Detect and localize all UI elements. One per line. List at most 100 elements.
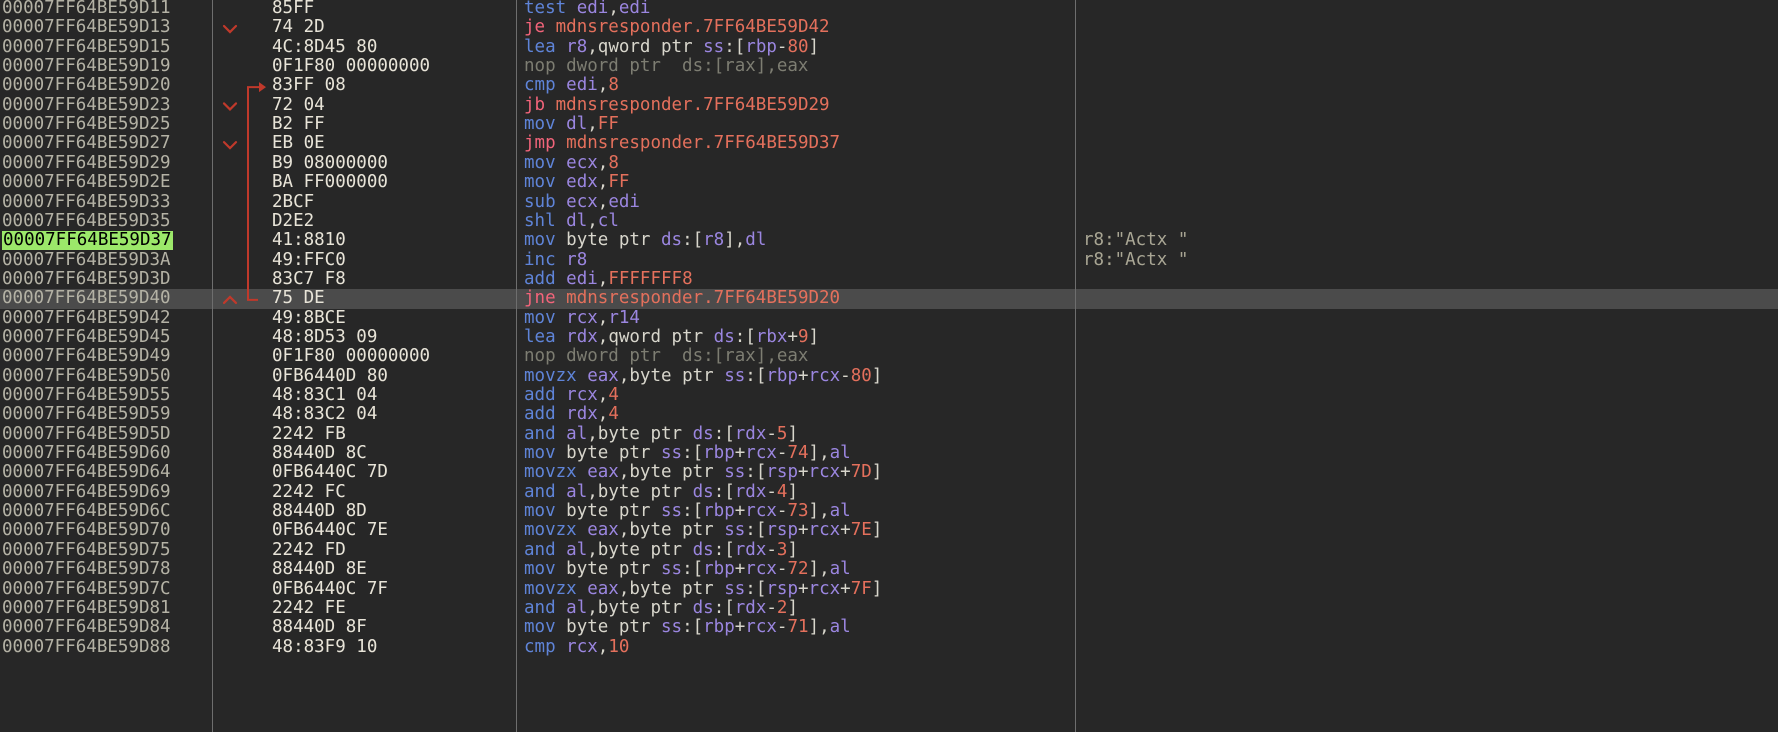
instruction-row[interactable]: 00007FF64BE59D35 D2E2 shl dl,cl xyxy=(0,212,1778,231)
instruction-row[interactable]: 00007FF64BE59D42 49:8BCE mov rcx,r14 xyxy=(0,309,1778,328)
instruction-row[interactable]: 00007FF64BE59D81 2242 FE and al,byte ptr d… xyxy=(0,599,1778,618)
instruction-disassembly[interactable]: mov edx,FF xyxy=(524,173,1072,192)
instruction-disassembly[interactable]: mov byte ptr ss:[rbp+rcx-73],al xyxy=(524,502,1072,521)
instruction-comment[interactable]: r8:"Actx " xyxy=(1083,251,1773,270)
instruction-address[interactable]: 00007FF64BE59D42 xyxy=(2,309,210,328)
instruction-row[interactable]: 00007FF64BE59D60 88440D 8C mov byte ptr ss… xyxy=(0,444,1778,463)
instruction-disassembly[interactable]: mov dl,FF xyxy=(524,115,1072,134)
instruction-disassembly[interactable]: cmp edi,8 xyxy=(524,76,1072,95)
instruction-bytes[interactable]: 2242 FE xyxy=(272,599,512,618)
instruction-address[interactable]: 00007FF64BE59D13 xyxy=(2,18,210,37)
instruction-row[interactable]: 00007FF64BE59D11 85FF test edi,edi xyxy=(0,0,1778,18)
instruction-bytes[interactable]: 88440D 8F xyxy=(272,618,512,637)
instruction-bytes[interactable]: 41:8810 xyxy=(272,231,512,250)
instruction-address[interactable]: 00007FF64BE59D5D xyxy=(2,425,210,444)
instruction-bytes[interactable]: 0F1F80 00000000 xyxy=(272,57,512,76)
instruction-disassembly[interactable]: mov byte ptr ss:[rbp+rcx-72],al xyxy=(524,560,1072,579)
instruction-row[interactable]: 00007FF64BE59D23 72 04 jb mdnsresponder.7F… xyxy=(0,96,1778,115)
instruction-bytes[interactable]: 88440D 8C xyxy=(272,444,512,463)
instruction-address[interactable]: 00007FF64BE59D64 xyxy=(2,463,210,482)
instruction-disassembly[interactable]: movzx eax,byte ptr ss:[rsp+rcx+7D] xyxy=(524,463,1072,482)
instruction-bytes[interactable]: 2242 FB xyxy=(272,425,512,444)
instruction-row[interactable]: 00007FF64BE59D20 83FF 08 cmp edi,8 xyxy=(0,76,1778,95)
instruction-bytes[interactable]: 85FF xyxy=(272,0,512,18)
instruction-bytes[interactable]: 83FF 08 xyxy=(272,76,512,95)
instruction-bytes[interactable]: 0FB6440C 7D xyxy=(272,463,512,482)
instruction-disassembly[interactable]: cmp rcx,10 xyxy=(524,638,1072,657)
instruction-address[interactable]: 00007FF64BE59D78 xyxy=(2,560,210,579)
instruction-address[interactable]: 00007FF64BE59D3D xyxy=(2,270,210,289)
instruction-row[interactable]: 00007FF64BE59D5D 2242 FB and al,byte ptr d… xyxy=(0,425,1778,444)
disassembly-view[interactable]: 00007FF64BE59D11 85FF test edi,edi 00007FF6… xyxy=(0,0,1778,732)
instruction-bytes[interactable]: 0FB6440C 7E xyxy=(272,521,512,540)
instruction-address[interactable]: 00007FF64BE59D70 xyxy=(2,521,210,540)
instruction-bytes[interactable]: BA FF000000 xyxy=(272,173,512,192)
instruction-address[interactable]: 00007FF64BE59D60 xyxy=(2,444,210,463)
instruction-row[interactable]: 00007FF64BE59D33 2BCF sub ecx,edi xyxy=(0,193,1778,212)
instruction-bytes[interactable]: 48:8D53 09 xyxy=(272,328,512,347)
instruction-bytes[interactable]: 88440D 8E xyxy=(272,560,512,579)
instruction-row[interactable]: 00007FF64BE59D69 2242 FC and al,byte ptr d… xyxy=(0,483,1778,502)
instruction-address[interactable]: 00007FF64BE59D7C xyxy=(2,580,210,599)
instruction-address[interactable]: 00007FF64BE59D19 xyxy=(2,57,210,76)
instruction-disassembly[interactable]: movzx eax,byte ptr ss:[rsp+rcx+7E] xyxy=(524,521,1072,540)
instruction-row[interactable]: 00007FF64BE59D55 48:83C1 04 add rcx,4 xyxy=(0,386,1778,405)
instruction-row[interactable]: 00007FF64BE59D50 0FB6440D 80 movzx eax,byt… xyxy=(0,367,1778,386)
instruction-disassembly[interactable]: shl dl,cl xyxy=(524,212,1072,231)
instruction-bytes[interactable]: 72 04 xyxy=(272,96,512,115)
instruction-address[interactable]: 00007FF64BE59D25 xyxy=(2,115,210,134)
instruction-row[interactable]: 00007FF64BE59D13 74 2D je mdnsresponder.7F… xyxy=(0,18,1778,37)
instruction-bytes[interactable]: 4C:8D45 80 xyxy=(272,38,512,57)
instruction-bytes[interactable]: D2E2 xyxy=(272,212,512,231)
instruction-disassembly[interactable]: and al,byte ptr ds:[rdx-4] xyxy=(524,483,1072,502)
instruction-address[interactable]: 00007FF64BE59D45 xyxy=(2,328,210,347)
instruction-bytes[interactable]: 0FB6440D 80 xyxy=(272,367,512,386)
instruction-row[interactable]: 00007FF64BE59D59 48:83C2 04 add rdx,4 xyxy=(0,405,1778,424)
instruction-bytes[interactable]: 48:83F9 10 xyxy=(272,638,512,657)
instruction-address[interactable]: 00007FF64BE59D29 xyxy=(2,154,210,173)
instruction-disassembly[interactable]: nop dword ptr ds:[rax],eax xyxy=(524,57,1072,76)
instruction-address[interactable]: 00007FF64BE59D49 xyxy=(2,347,210,366)
instruction-disassembly[interactable]: add rcx,4 xyxy=(524,386,1072,405)
instruction-disassembly[interactable]: inc r8 xyxy=(524,251,1072,270)
instruction-address[interactable]: 00007FF64BE59D84 xyxy=(2,618,210,637)
instruction-address[interactable]: 00007FF64BE59D11 xyxy=(2,0,210,18)
instruction-row[interactable]: 00007FF64BE59D40 75 DE jne mdnsresponder.7… xyxy=(0,289,1778,309)
instruction-bytes[interactable]: 2242 FD xyxy=(272,541,512,560)
instruction-row[interactable]: 00007FF64BE59D6C 88440D 8D mov byte ptr ss… xyxy=(0,502,1778,521)
instruction-address[interactable]: 00007FF64BE59D23 xyxy=(2,96,210,115)
instruction-disassembly[interactable]: jne mdnsresponder.7FF64BE59D20 xyxy=(524,289,1072,308)
instruction-bytes[interactable]: 2242 FC xyxy=(272,483,512,502)
instruction-row[interactable]: 00007FF64BE59D45 48:8D53 09 lea rdx,qword … xyxy=(0,328,1778,347)
instruction-bytes[interactable]: 0F1F80 00000000 xyxy=(272,347,512,366)
instruction-bytes[interactable]: 74 2D xyxy=(272,18,512,37)
instruction-address[interactable]: 00007FF64BE59D2E xyxy=(2,173,210,192)
instruction-bytes[interactable]: 88440D 8D xyxy=(272,502,512,521)
instruction-row[interactable]: 00007FF64BE59D15 4C:8D45 80 lea r8,qword p… xyxy=(0,38,1778,57)
instruction-address[interactable]: 00007FF64BE59D40 xyxy=(2,289,210,308)
instruction-bytes[interactable]: 48:83C2 04 xyxy=(272,405,512,424)
instruction-address[interactable]: 00007FF64BE59D88 xyxy=(2,638,210,657)
instruction-address[interactable]: 00007FF64BE59D15 xyxy=(2,38,210,57)
instruction-address[interactable]: 00007FF64BE59D75 xyxy=(2,541,210,560)
instruction-row[interactable]: 00007FF64BE59D3D 83C7 F8 add edi,FFFFFFF8 xyxy=(0,270,1778,289)
instruction-bytes[interactable]: 49:8BCE xyxy=(272,309,512,328)
instruction-row[interactable]: 00007FF64BE59D27 EB 0E jmp mdnsresponder.7… xyxy=(0,134,1778,153)
instruction-bytes[interactable]: 48:83C1 04 xyxy=(272,386,512,405)
instruction-address[interactable]: 00007FF64BE59D81 xyxy=(2,599,210,618)
instruction-address[interactable]: 00007FF64BE59D27 xyxy=(2,134,210,153)
instruction-disassembly[interactable]: mov ecx,8 xyxy=(524,154,1072,173)
instruction-bytes[interactable]: EB 0E xyxy=(272,134,512,153)
instruction-disassembly[interactable]: movzx eax,byte ptr ss:[rsp+rcx+7F] xyxy=(524,580,1072,599)
instruction-disassembly[interactable]: add edi,FFFFFFF8 xyxy=(524,270,1072,289)
instruction-row[interactable]: 00007FF64BE59D2E BA FF000000 mov edx,FF xyxy=(0,173,1778,192)
instruction-row[interactable]: 00007FF64BE59D64 0FB6440C 7D movzx eax,byt… xyxy=(0,463,1778,482)
instruction-address[interactable]: 00007FF64BE59D69 xyxy=(2,483,210,502)
instruction-address[interactable]: 00007FF64BE59D59 xyxy=(2,405,210,424)
instruction-disassembly[interactable]: nop dword ptr ds:[rax],eax xyxy=(524,347,1072,366)
instruction-disassembly[interactable]: jmp mdnsresponder.7FF64BE59D37 xyxy=(524,134,1072,153)
instruction-bytes[interactable]: 0FB6440C 7F xyxy=(272,580,512,599)
instruction-disassembly[interactable]: test edi,edi xyxy=(524,0,1072,18)
instruction-disassembly[interactable]: movzx eax,byte ptr ss:[rbp+rcx-80] xyxy=(524,367,1072,386)
instruction-row[interactable]: 00007FF64BE59D3A 49:FFC0 inc r8 r8:"Actx " xyxy=(0,251,1778,270)
